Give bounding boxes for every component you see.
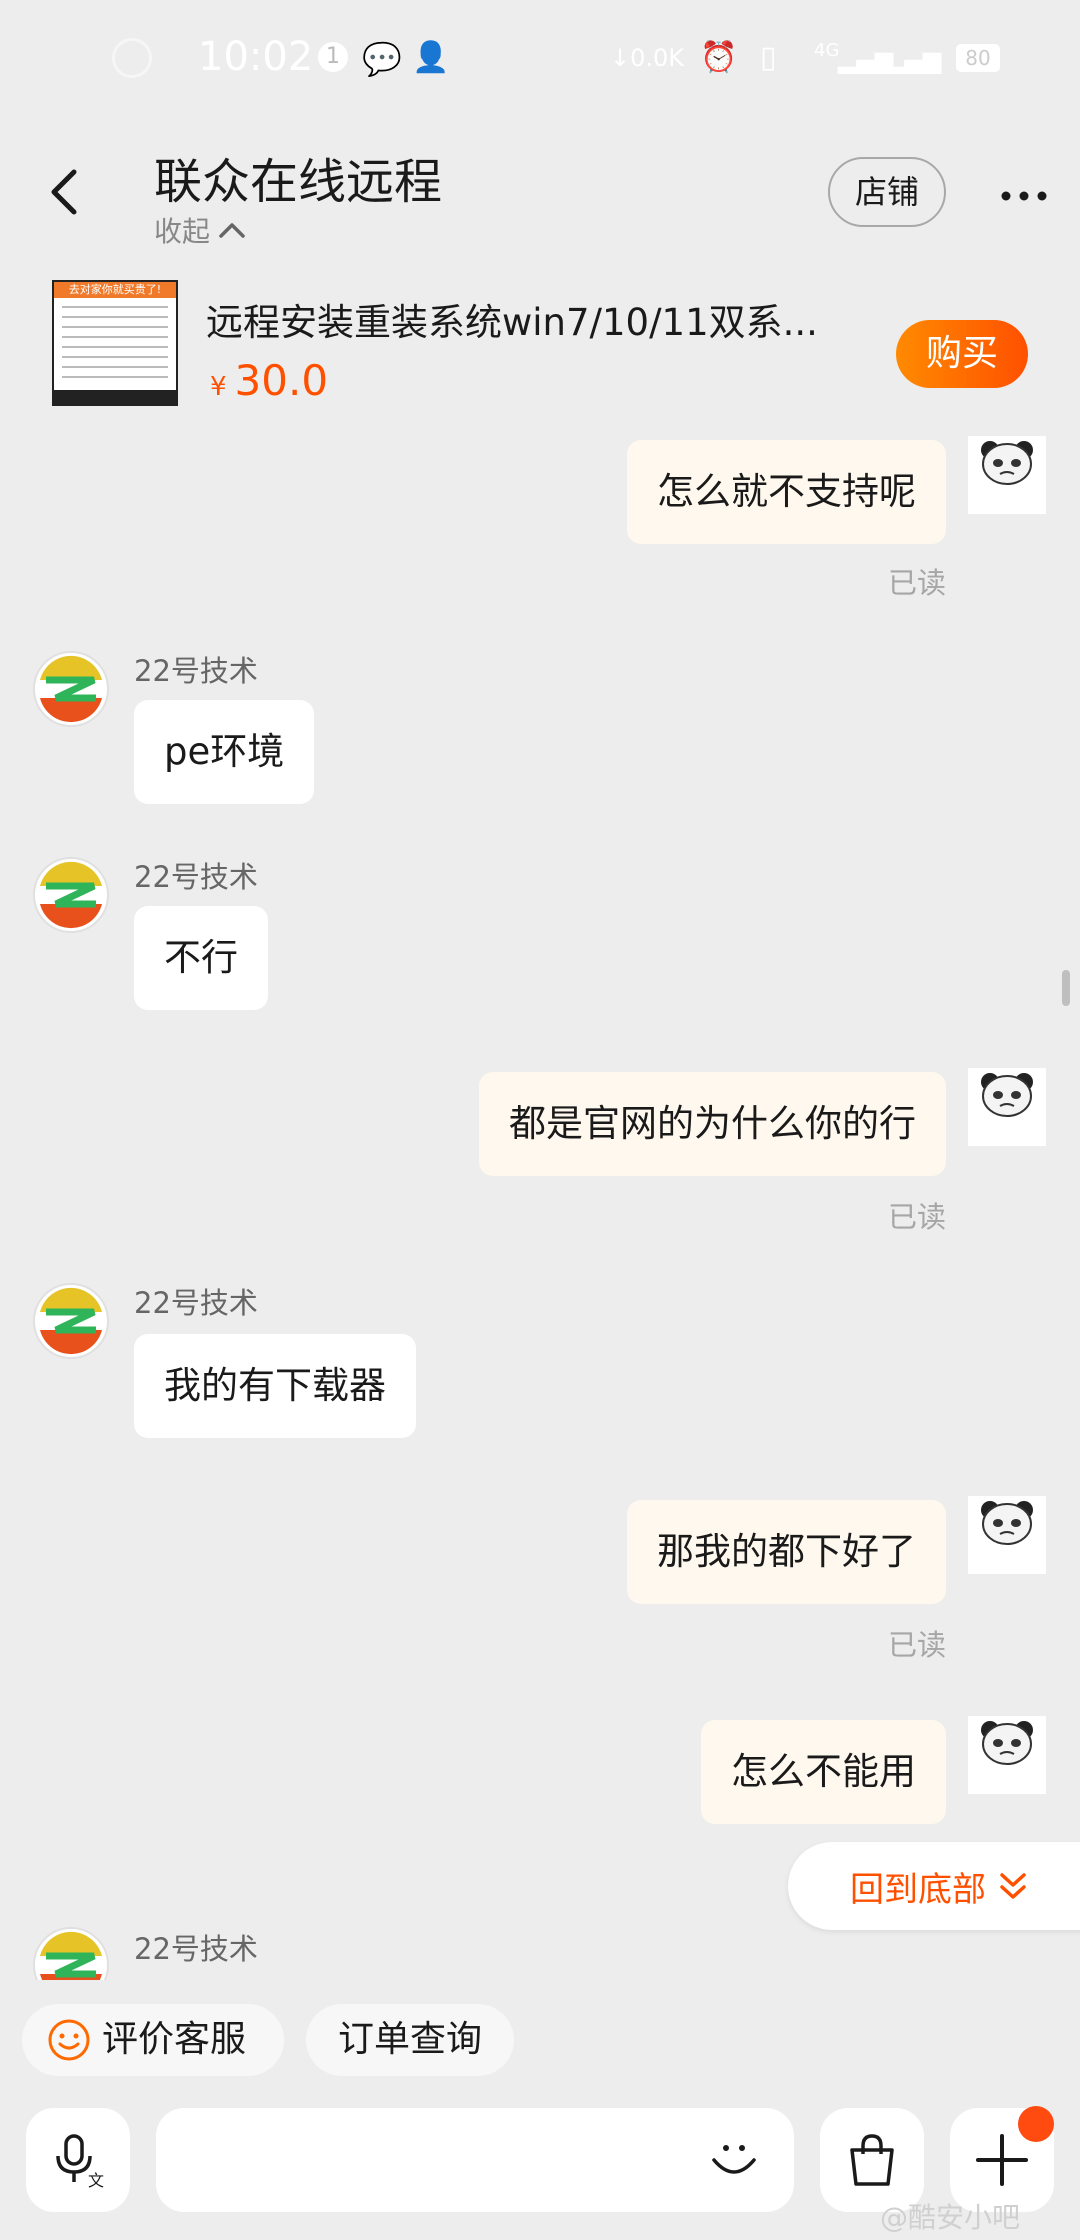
svg-text:文: 文	[88, 2171, 104, 2190]
user-avatar[interactable]	[968, 436, 1046, 514]
product-card[interactable]: 去对家你就买贵了! 远程安装重装系统win7/10/11双系... ¥ 30.0…	[0, 270, 1080, 420]
status-time: 10:02	[198, 34, 314, 80]
sender-name: 22号技术	[134, 860, 258, 894]
back-button[interactable]	[36, 162, 96, 222]
read-status: 已读	[887, 1200, 946, 1234]
shop-logo-icon	[33, 857, 109, 933]
buy-button[interactable]: 购买	[896, 320, 1028, 388]
status-bar: 10:02 1 💬 👤 ↓0.0K ⏰ ▯ 4G ▂▄▆ ▂▄▆ 80	[0, 0, 1080, 120]
network-type: 4G	[814, 40, 840, 61]
read-status: 已读	[887, 566, 946, 600]
evaluate-service-button[interactable]: 评价客服	[22, 2004, 284, 2076]
message-bubble-outgoing[interactable]: 怎么不能用	[701, 1720, 946, 1824]
notification-dot	[1018, 2106, 1054, 2142]
message-bubble-outgoing[interactable]: 怎么就不支持呢	[627, 440, 946, 544]
shop-logo-icon	[33, 1283, 109, 1359]
price-value: 30.0	[234, 356, 329, 405]
microphone-icon: 文	[56, 2134, 104, 2190]
emoji-icon[interactable]	[704, 2130, 764, 2190]
more-button[interactable]	[996, 168, 1052, 224]
user-avatar[interactable]	[968, 1716, 1046, 1794]
network-speed: ↓0.0K	[610, 44, 685, 72]
sender-name: 22号技术	[134, 1286, 258, 1320]
order-query-button[interactable]: 订单查询	[306, 2004, 514, 2076]
chevron-left-icon	[51, 169, 77, 215]
shop-title: 联众在线远程	[154, 154, 443, 210]
back-to-bottom-button[interactable]: 回到底部	[788, 1842, 1080, 1930]
shop-avatar[interactable]	[32, 650, 110, 728]
back-to-bottom-label: 回到底部	[850, 1869, 986, 1910]
battery-indicator: 80	[956, 44, 1000, 72]
panda-meme-icon	[968, 1068, 1046, 1146]
notification-badge: 1	[318, 42, 348, 72]
quick-actions: 评价客服 订单查询	[0, 2000, 1080, 2080]
message-list[interactable]: 怎么就不支持呢 已读 22号技术 pe环境 22号技术 不行 都是官网的为什么你…	[0, 430, 1080, 1980]
shop-logo-icon	[33, 1927, 109, 1980]
collapse-label: 收起	[154, 215, 211, 248]
evaluate-label: 评价客服	[102, 2019, 247, 2060]
plus-icon	[976, 2134, 1028, 2186]
chat-header: 联众在线远程 收起 店铺	[0, 140, 1080, 250]
contact-icon: 👤	[412, 40, 450, 75]
store-button[interactable]: 店铺	[828, 157, 946, 227]
message-bubble-outgoing[interactable]: 那我的都下好了	[627, 1500, 946, 1604]
price-currency: ¥	[210, 372, 227, 402]
message-bubble-outgoing[interactable]: 都是官网的为什么你的行	[479, 1072, 946, 1176]
watermark: @酷安小吧	[880, 2201, 1021, 2234]
message-bubble-incoming[interactable]: 我的有下载器	[134, 1334, 416, 1438]
sender-name: 22号技术	[134, 1932, 258, 1966]
panda-meme-icon	[968, 436, 1046, 514]
panda-meme-icon	[968, 1496, 1046, 1574]
user-avatar[interactable]	[968, 1496, 1046, 1574]
vibrate-icon: ▯	[760, 40, 777, 75]
shop-avatar[interactable]	[32, 1282, 110, 1360]
user-avatar[interactable]	[968, 1068, 1046, 1146]
shop-logo-icon	[33, 651, 109, 727]
shop-avatar[interactable]	[32, 1926, 110, 1980]
smile-icon	[48, 2019, 90, 2061]
panda-meme-icon	[968, 1716, 1046, 1794]
collapse-toggle[interactable]: 收起	[154, 210, 246, 250]
message-icon: 💬	[362, 40, 402, 78]
product-title: 远程安装重装系统win7/10/11双系...	[206, 301, 818, 344]
shop-avatar[interactable]	[32, 856, 110, 934]
product-thumbnail: 去对家你就买贵了!	[52, 280, 178, 406]
signal-icon-2: ▂▄▆	[886, 46, 942, 74]
message-bubble-incoming[interactable]: pe环境	[134, 700, 315, 804]
message-input[interactable]	[156, 2108, 794, 2212]
more-dots-icon	[1001, 191, 1047, 201]
shopping-bag-icon	[850, 2134, 894, 2186]
voice-button[interactable]: 文	[26, 2108, 130, 2212]
read-status: 已读	[887, 1628, 946, 1662]
thumb-banner: 去对家你就买贵了!	[54, 282, 176, 298]
product-price: ¥ 30.0	[210, 356, 328, 405]
double-chevron-down-icon	[1000, 1873, 1026, 1899]
sender-name: 22号技术	[134, 654, 258, 688]
network-speed-value: 0.0K	[630, 44, 685, 72]
chat-screen: 10:02 1 💬 👤 ↓0.0K ⏰ ▯ 4G ▂▄▆ ▂▄▆ 80 联众在线…	[0, 0, 1080, 2240]
status-ring-icon	[112, 38, 152, 78]
chevron-up-icon	[219, 223, 245, 238]
alarm-icon: ⏰	[700, 40, 738, 75]
scrollbar[interactable]	[1062, 970, 1070, 1006]
message-bubble-incoming[interactable]: 不行	[134, 906, 268, 1010]
